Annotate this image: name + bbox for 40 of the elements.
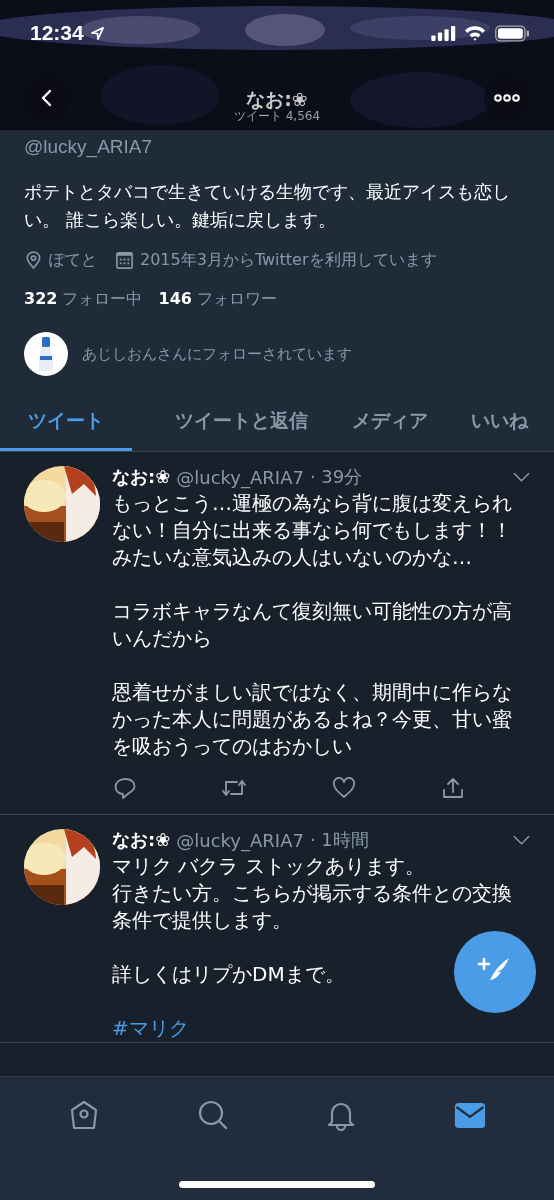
followed-by-text: あじしおんさんにフォローされています (82, 344, 352, 364)
tweet-author-name: なお:❀ (112, 828, 171, 852)
profile-tab[interactable]: いいね (471, 394, 554, 451)
following-link[interactable]: 322 フォロー中 (24, 289, 143, 310)
profile-joined-date: 2015年3月からTwitterを利用しています (140, 250, 437, 271)
tweet-text: もっとこう…運極の為なら背に腹は変えられない！自分に出来る事なら何でもします！！みたいな意気込みの人はいないのかな… (112, 490, 513, 571)
wifi-icon (464, 25, 486, 41)
tweet-handle: @lucky_ARIA7 (176, 466, 304, 488)
tweet-time: · 39分 (309, 465, 363, 489)
chevron-down-icon[interactable] (513, 472, 530, 482)
share-icon[interactable] (440, 776, 466, 800)
location-arrow-icon (89, 25, 105, 41)
tweet-text: 恩着せがましい訳ではなく、期間中に作らなかった本人に問題があるよね？今更、甘い蜜を吸おうってのはおかしい (112, 679, 513, 760)
like-icon[interactable] (330, 776, 357, 800)
search-icon[interactable] (196, 1099, 229, 1131)
tweet-text: 詳しくはリプかDMまで。 (112, 961, 345, 988)
location-pin-icon (24, 251, 43, 270)
battery-icon (495, 24, 530, 42)
profile-tab[interactable]: ツイートと返信 (175, 394, 309, 451)
tweet-author-name: なお:❀ (112, 465, 171, 489)
hashtag-link[interactable]: #マリク (112, 1015, 189, 1042)
status-time: 12:34 (30, 21, 84, 45)
chevron-down-icon[interactable] (513, 835, 530, 845)
header-name: なお:❀ (246, 88, 308, 110)
tweet-time: · 1時間 (309, 828, 369, 852)
signal-icon (431, 25, 456, 41)
profile-bio: ポテトとタバコで生きていける生物です、最近アイスも恋しい。 誰こら楽しい。鍵垢に戻します。 (23, 180, 511, 232)
profile-tab[interactable]: ツイート (0, 394, 132, 451)
tweet-text: マリク バクラ ストックあります。 (112, 853, 425, 880)
followers-link[interactable]: 146 フォロワー (158, 289, 277, 310)
tweet-text: コラボキャラなんて復刻無い可能性の方が高いんだから (112, 598, 513, 652)
profile-tab[interactable]: メディア (351, 394, 428, 451)
tweet-count: ツイート 4,564 (233, 110, 321, 122)
reply-icon[interactable] (112, 776, 138, 800)
tweet-handle: @lucky_ARIA7 (176, 829, 304, 851)
tweet-text: 行きたい方。こちらが掲示する条件との交換条件で提供します。 (112, 880, 513, 934)
profile-location: ぽてと (49, 250, 97, 271)
profile-handle: @lucky_ARIA7 (23, 135, 154, 160)
more-icon (494, 94, 520, 102)
calendar-icon (115, 251, 134, 270)
